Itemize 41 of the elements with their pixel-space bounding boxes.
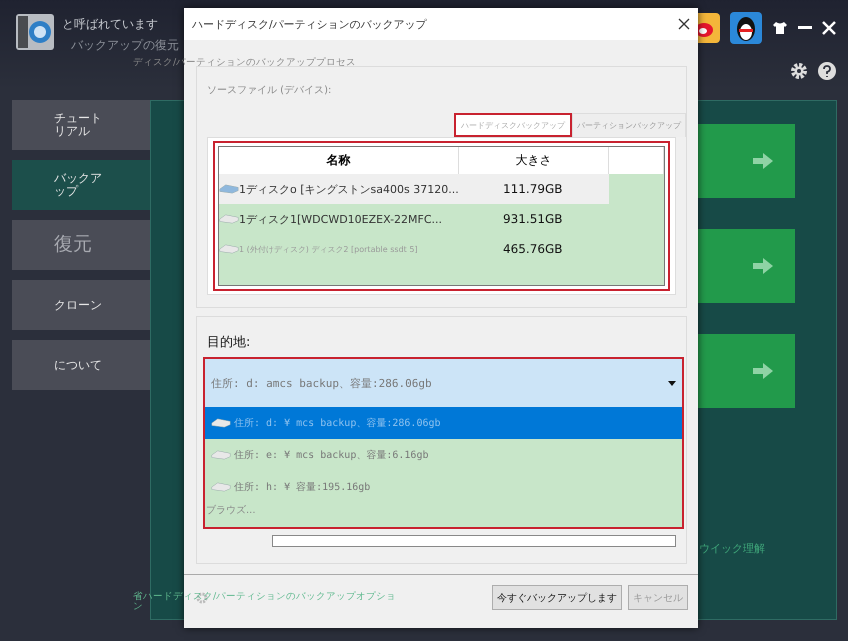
sidebar-item[interactable]: クローン — [12, 280, 150, 330]
dialog-title: ハードディスク/パーティションのバックアップ — [192, 16, 427, 32]
table-row[interactable]: 1ディスク1[WDCWD10EZEX-22MFC... 931.51GB — [219, 204, 609, 234]
table-cell: 1ディスクo [キングストンsa400s 37120... — [219, 182, 459, 196]
action-tile[interactable] — [697, 229, 795, 303]
action-tile[interactable] — [697, 334, 795, 408]
caret-icon — [668, 380, 676, 386]
dropdown-option[interactable]: 住所: h: ¥ 容量:195.16gb — [205, 471, 682, 503]
shirt-icon[interactable] — [772, 21, 788, 35]
dialog-button[interactable]: 今すぐバックアップします — [492, 585, 622, 610]
minimize-icon[interactable] — [798, 26, 812, 30]
dropdown-option[interactable]: 住所: e: ¥ mcs backup、容量:6.16gb — [205, 439, 682, 471]
arrow-icon — [753, 258, 773, 274]
destination-label: 目的地: — [207, 334, 252, 351]
app-subtitle: と呼ばれています — [62, 16, 159, 33]
sidebar-item[interactable]: バックアップ — [12, 160, 150, 210]
penguin-icon[interactable] — [730, 12, 762, 44]
dropdown-option[interactable]: 住所: d: ¥ mcs backup、容量:286.06gb — [205, 407, 682, 439]
sidebar-item[interactable]: 復元 — [12, 220, 150, 270]
arrow-icon — [753, 153, 773, 169]
name-field[interactable] — [272, 535, 676, 547]
settings-icon[interactable] — [790, 62, 808, 80]
table-cell-text: 465.76GB — [502, 242, 564, 256]
sidebar-item[interactable]: チュートリアル — [12, 100, 150, 150]
table-cell-text: 931.51GB — [502, 212, 564, 226]
browse-option[interactable]: ブラウズ... — [205, 503, 682, 517]
arrow-icon — [753, 363, 773, 379]
table-cell: 1 (外付けディスク) ディスク2 [portable ssdt 5] — [219, 244, 459, 254]
table-cell-text: 111.79GB — [502, 182, 564, 196]
tab[interactable]: パーティションバックアップ — [572, 113, 686, 137]
sidebar-item[interactable]: について — [12, 340, 150, 390]
table-row[interactable]: 1ディスクo [キングストンsa400s 37120... 111.79GB — [219, 174, 609, 204]
tab[interactable]: ハードディスクバックアップ — [454, 113, 572, 137]
source-label: ソースファイル (デバイス): — [207, 84, 332, 97]
app-title: バックアップの復元 — [71, 37, 179, 54]
table-cell: 1ディスク1[WDCWD10EZEX-22MFC... — [219, 212, 459, 226]
action-tile[interactable] — [697, 124, 795, 198]
help-icon[interactable] — [818, 62, 836, 80]
close-icon[interactable] — [678, 18, 690, 30]
dropdown-value: 住所: d: amcs backup、容量:286.06gb — [211, 376, 432, 390]
hint-link[interactable]: ウイック理解 — [699, 541, 765, 556]
